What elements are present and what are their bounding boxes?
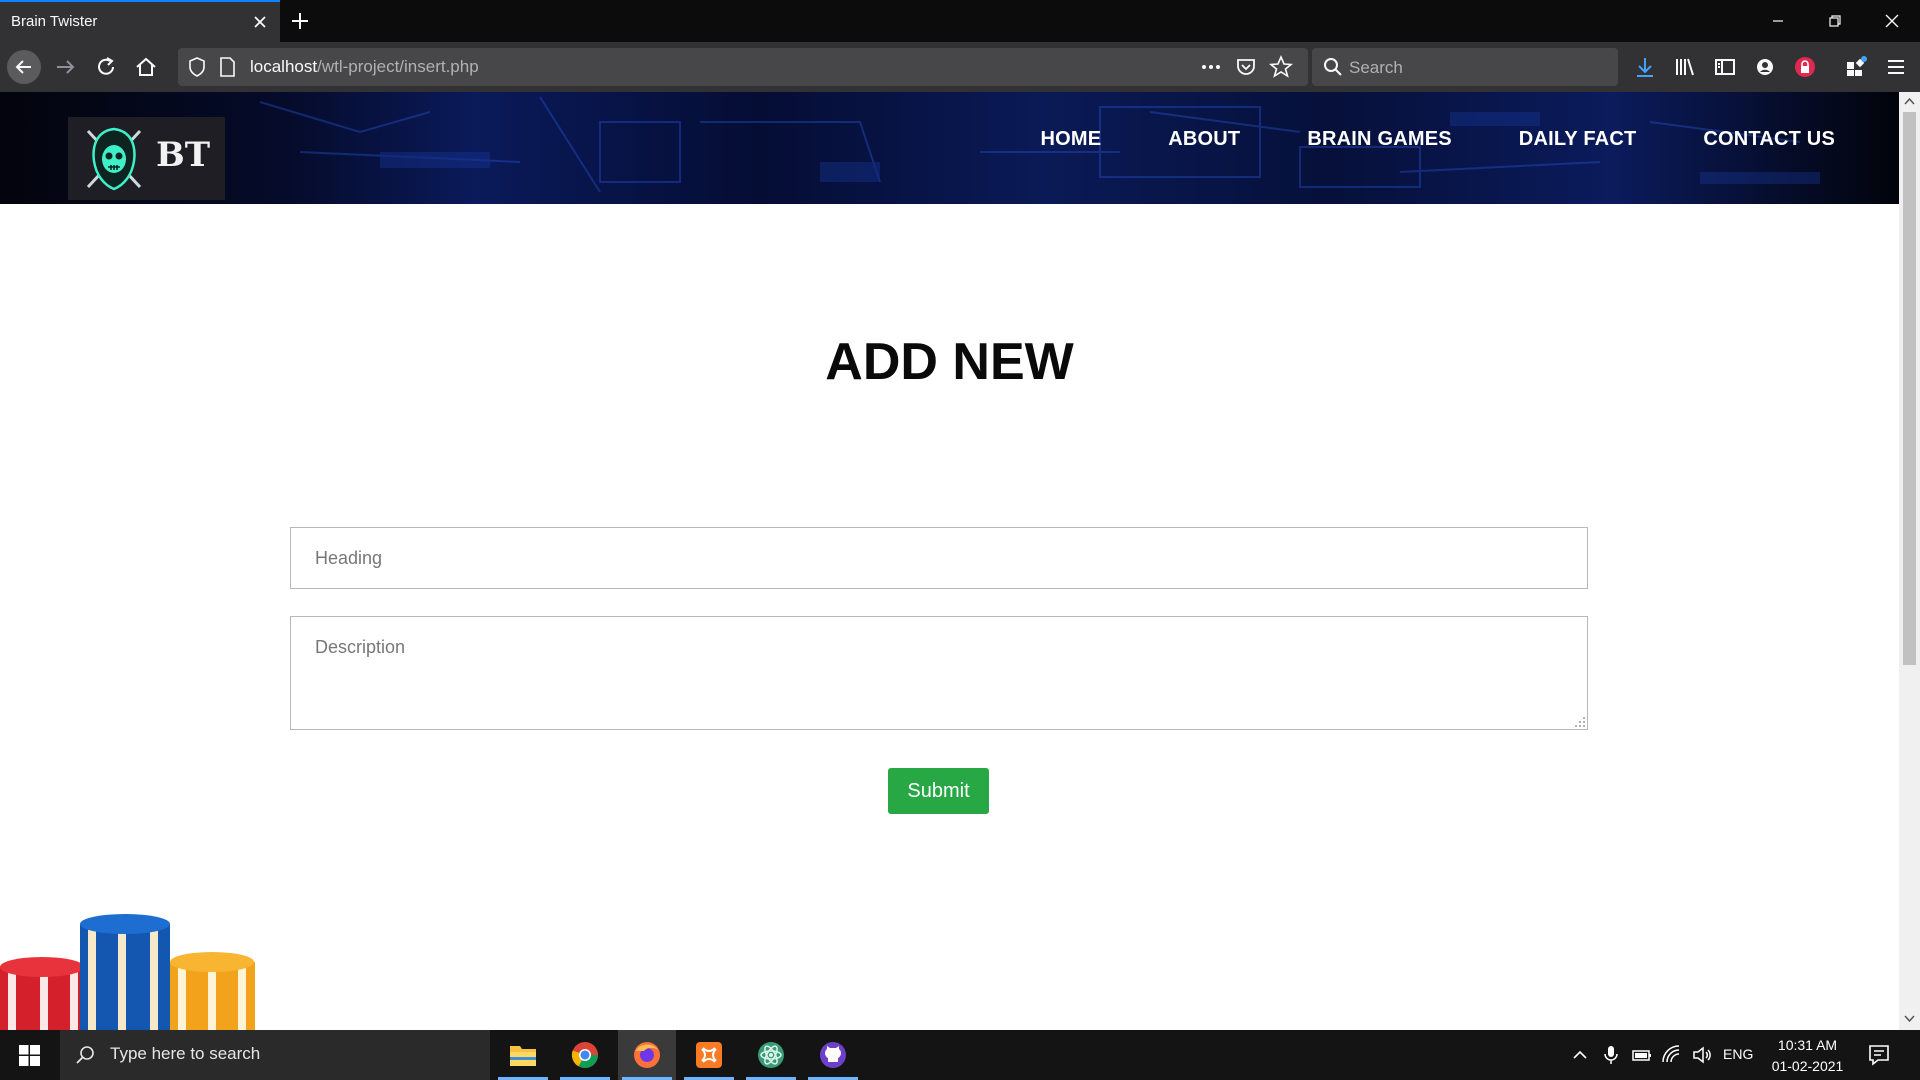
restore-icon[interactable] bbox=[1822, 8, 1848, 34]
file-explorer-app[interactable] bbox=[494, 1030, 552, 1080]
nav-home-link[interactable]: HOME bbox=[1040, 128, 1101, 151]
main-navigation: HOME ABOUT BRAIN GAMES DAILY FACT CONTAC… bbox=[1040, 128, 1835, 151]
close-tab-icon[interactable] bbox=[250, 12, 270, 32]
xampp-icon bbox=[696, 1042, 722, 1068]
battery-icon[interactable] bbox=[1630, 1043, 1654, 1067]
clock-time: 10:31 AM bbox=[1777, 1037, 1838, 1053]
search-icon bbox=[1324, 58, 1342, 76]
bookmark-star-icon[interactable] bbox=[1268, 54, 1294, 80]
windows-logo-icon bbox=[19, 1045, 40, 1066]
url-path: /wtl-project/insert.php bbox=[317, 57, 479, 76]
forward-arrow-icon[interactable] bbox=[53, 54, 79, 80]
new-tab-icon[interactable] bbox=[288, 9, 312, 33]
close-window-icon[interactable] bbox=[1879, 8, 1905, 34]
pocket-icon[interactable] bbox=[1233, 54, 1259, 80]
volume-icon[interactable] bbox=[1690, 1043, 1714, 1067]
page-scrollbar[interactable] bbox=[1899, 92, 1920, 1030]
scroll-down-icon[interactable] bbox=[1903, 1014, 1916, 1024]
action-center-icon[interactable] bbox=[1866, 1042, 1892, 1068]
minimize-icon[interactable] bbox=[1765, 8, 1791, 34]
start-button[interactable] bbox=[0, 1030, 60, 1080]
microphone-icon[interactable] bbox=[1599, 1043, 1623, 1067]
url-text: localhost/wtl-project/insert.php bbox=[250, 57, 479, 77]
show-hidden-icons-chevron-icon[interactable] bbox=[1568, 1043, 1592, 1067]
clock-date: 01-02-2021 bbox=[1771, 1058, 1844, 1074]
nav-daily-fact-link[interactable]: DAILY FACT bbox=[1519, 128, 1637, 151]
site-logo[interactable]: BT bbox=[68, 117, 225, 200]
scrollbar-thumb[interactable] bbox=[1903, 112, 1916, 665]
nav-brain-games-link[interactable]: BRAIN GAMES bbox=[1307, 128, 1451, 151]
tracking-shield-icon[interactable] bbox=[184, 54, 210, 80]
back-button[interactable] bbox=[7, 50, 41, 84]
description-textarea[interactable] bbox=[290, 616, 1588, 730]
logo-text: BT bbox=[156, 135, 211, 175]
home-icon[interactable] bbox=[133, 54, 159, 80]
tab-title: Brain Twister bbox=[11, 13, 98, 30]
search-placeholder: Search bbox=[1349, 58, 1403, 77]
xampp-app[interactable] bbox=[680, 1030, 738, 1080]
search-bar[interactable]: Search bbox=[1312, 48, 1618, 86]
file-explorer-icon bbox=[510, 1046, 536, 1066]
submit-button[interactable]: Submit bbox=[888, 768, 989, 814]
site-header: BT HOME ABOUT BRAIN GAMES DAILY FACT CON… bbox=[0, 92, 1899, 204]
page-info-icon[interactable] bbox=[214, 54, 240, 80]
atom-icon bbox=[758, 1042, 784, 1068]
wifi-icon[interactable] bbox=[1660, 1043, 1684, 1067]
reload-icon[interactable] bbox=[93, 54, 119, 80]
nav-about-link[interactable]: ABOUT bbox=[1168, 128, 1240, 151]
firefox-app[interactable] bbox=[618, 1030, 676, 1080]
windows-taskbar: Type here to search ENG 10:31 AM 01-02-2… bbox=[0, 1030, 1920, 1080]
chrome-app[interactable] bbox=[556, 1030, 614, 1080]
github-desktop-icon bbox=[820, 1042, 846, 1068]
browser-tab-strip: Brain Twister bbox=[0, 0, 1920, 42]
resize-grip-icon[interactable] bbox=[1574, 716, 1586, 728]
library-icon[interactable] bbox=[1672, 54, 1698, 80]
poker-chips-decoration-icon bbox=[0, 914, 255, 1030]
heading-input[interactable] bbox=[290, 527, 1588, 589]
taskbar-clock[interactable]: 10:31 AM 01-02-2021 bbox=[1760, 1035, 1855, 1077]
page-viewport: BT HOME ABOUT BRAIN GAMES DAILY FACT CON… bbox=[0, 92, 1899, 1030]
browser-tab[interactable]: Brain Twister bbox=[0, 0, 280, 42]
page-title: ADD NEW bbox=[825, 333, 1074, 391]
hooded-skull-logo-icon bbox=[86, 127, 142, 191]
taskbar-search-icon bbox=[76, 1046, 94, 1064]
chrome-icon bbox=[571, 1042, 599, 1069]
atom-app[interactable] bbox=[742, 1030, 800, 1080]
url-bar[interactable]: localhost/wtl-project/insert.php bbox=[178, 48, 1308, 86]
taskbar-search-placeholder: Type here to search bbox=[110, 1044, 261, 1063]
menu-icon[interactable] bbox=[1883, 54, 1909, 80]
scroll-up-icon[interactable] bbox=[1903, 96, 1916, 106]
nav-contact-us-link[interactable]: CONTACT US bbox=[1703, 128, 1835, 151]
firefox-icon bbox=[634, 1042, 660, 1068]
github-desktop-app[interactable] bbox=[804, 1030, 862, 1080]
url-host: localhost bbox=[250, 57, 318, 76]
lock-extension-icon[interactable] bbox=[1792, 54, 1818, 80]
back-arrow-icon bbox=[15, 60, 31, 74]
taskbar-search-box[interactable]: Type here to search bbox=[60, 1030, 490, 1080]
account-icon[interactable] bbox=[1752, 54, 1778, 80]
sidebar-icon[interactable] bbox=[1712, 54, 1738, 80]
browser-toolbar: localhost/wtl-project/insert.php Search bbox=[0, 42, 1920, 92]
extensions-icon[interactable] bbox=[1843, 54, 1869, 80]
page-actions-icon[interactable] bbox=[1198, 54, 1224, 80]
downloads-icon[interactable] bbox=[1632, 54, 1658, 80]
input-language-indicator[interactable]: ENG bbox=[1723, 1046, 1753, 1062]
